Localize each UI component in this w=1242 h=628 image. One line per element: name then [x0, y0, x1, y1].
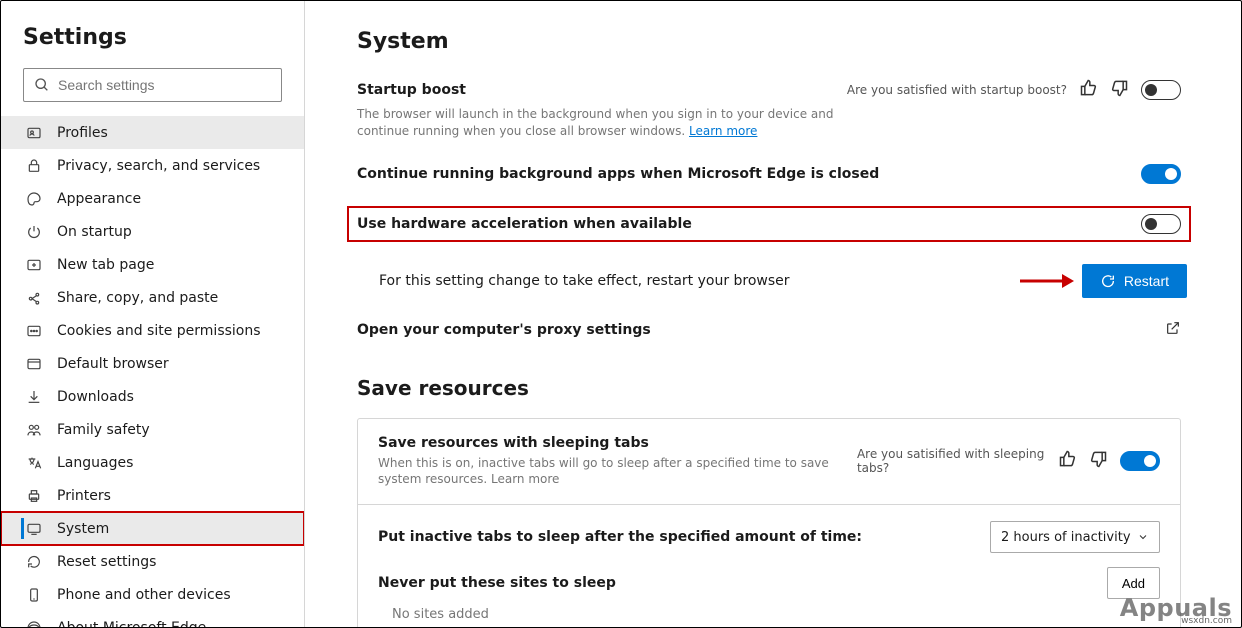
- chevron-down-icon: [1137, 531, 1149, 543]
- startup-boost-title: Startup boost: [357, 82, 466, 98]
- sidebar-item-reset[interactable]: Reset settings: [1, 545, 304, 578]
- sidebar-item-share[interactable]: Share, copy, and paste: [1, 281, 304, 314]
- startup-feedback-text: Are you satisfied with startup boost?: [847, 83, 1067, 97]
- edge-icon: [25, 620, 43, 628]
- language-icon: [25, 455, 43, 471]
- cookie-icon: [25, 323, 43, 339]
- share-icon: [25, 290, 43, 306]
- restart-message: For this setting change to take effect, …: [379, 273, 790, 289]
- bg-apps-toggle[interactable]: [1141, 164, 1181, 184]
- sleeping-tabs-desc: When this is on, inactive tabs will go t…: [378, 455, 845, 489]
- sidebar-item-label: Default browser: [57, 356, 169, 372]
- inactive-title: Put inactive tabs to sleep after the spe…: [378, 529, 862, 545]
- browser-icon: [25, 356, 43, 372]
- inactive-sleep-section: Put inactive tabs to sleep after the spe…: [358, 504, 1180, 627]
- settings-window: Settings Profiles Privacy, search, and s…: [0, 0, 1242, 628]
- sidebar-item-label: Languages: [57, 455, 133, 471]
- startup-learn-more-link[interactable]: Learn more: [689, 124, 757, 138]
- sidebar-item-defaultbrowser[interactable]: Default browser: [1, 347, 304, 380]
- bg-apps-title: Continue running background apps when Mi…: [357, 166, 879, 182]
- restart-row: For this setting change to take effect, …: [379, 264, 1181, 298]
- save-resources-card: Save resources with sleeping tabs When t…: [357, 418, 1181, 627]
- watermark-source: wsxdn.com: [1181, 616, 1232, 626]
- thumbs-down-icon[interactable]: [1088, 449, 1108, 473]
- family-icon: [25, 422, 43, 438]
- hw-accel-block: Use hardware acceleration when available: [349, 208, 1189, 240]
- never-sleep-title: Never put these sites to sleep: [378, 575, 616, 591]
- no-sites-text: No sites added: [378, 599, 1160, 622]
- sidebar-item-onstartup[interactable]: On startup: [1, 215, 304, 248]
- hw-accel-toggle[interactable]: [1141, 214, 1181, 234]
- sidebar-item-newtab[interactable]: New tab page: [1, 248, 304, 281]
- search-input[interactable]: [58, 77, 281, 93]
- sidebar-item-privacy[interactable]: Privacy, search, and services: [1, 149, 304, 182]
- hw-accel-title: Use hardware acceleration when available: [357, 216, 692, 232]
- sidebar-item-label: System: [57, 521, 109, 537]
- sidebar-item-label: Family safety: [57, 422, 150, 438]
- sidebar-item-label: Share, copy, and paste: [57, 290, 218, 306]
- thumbs-up-icon[interactable]: [1058, 449, 1078, 473]
- lock-icon: [25, 158, 43, 174]
- download-icon: [25, 389, 43, 405]
- sidebar-item-appearance[interactable]: Appearance: [1, 182, 304, 215]
- proxy-title: Open your computer's proxy settings: [357, 322, 651, 338]
- sidebar-item-system[interactable]: System: [1, 512, 304, 545]
- thumbs-up-icon[interactable]: [1079, 78, 1099, 102]
- startup-boost-block: Startup boost Are you satisfied with sta…: [357, 78, 1181, 140]
- startup-boost-toggle[interactable]: [1141, 80, 1181, 100]
- phone-icon: [25, 587, 43, 603]
- search-icon: [34, 77, 50, 93]
- sidebar-item-label: On startup: [57, 224, 132, 240]
- palette-icon: [25, 191, 43, 207]
- sleeping-tabs-section: Save resources with sleeping tabs When t…: [358, 419, 1180, 505]
- printer-icon: [25, 488, 43, 504]
- save-resources-heading: Save resources: [357, 376, 1181, 400]
- sidebar-item-downloads[interactable]: Downloads: [1, 380, 304, 413]
- settings-heading: Settings: [23, 25, 304, 50]
- sidebar-item-label: New tab page: [57, 257, 154, 273]
- sidebar-nav: Profiles Privacy, search, and services A…: [1, 116, 304, 627]
- bg-apps-block: Continue running background apps when Mi…: [357, 164, 1181, 184]
- sidebar-item-label: Reset settings: [57, 554, 156, 570]
- reset-icon: [25, 554, 43, 570]
- proxy-row[interactable]: Open your computer's proxy settings: [357, 320, 1181, 340]
- sidebar-item-label: Downloads: [57, 389, 134, 405]
- restart-button-label: Restart: [1124, 273, 1169, 289]
- sleep-learn-more-link[interactable]: Learn more: [491, 472, 559, 486]
- search-settings-box[interactable]: [23, 68, 282, 102]
- sleeping-tabs-title: Save resources with sleeping tabs: [378, 435, 845, 451]
- sidebar-item-family[interactable]: Family safety: [1, 413, 304, 446]
- page-title: System: [357, 29, 1181, 54]
- sidebar-item-about[interactable]: About Microsoft Edge: [1, 611, 304, 627]
- sidebar-item-label: Printers: [57, 488, 111, 504]
- thumbs-down-icon[interactable]: [1109, 78, 1129, 102]
- profile-icon: [25, 125, 43, 141]
- startup-boost-desc: The browser will launch in the backgroun…: [357, 106, 877, 140]
- restart-button[interactable]: Restart: [1082, 264, 1187, 298]
- select-value: 2 hours of inactivity: [1001, 530, 1131, 545]
- sidebar-item-label: Privacy, search, and services: [57, 158, 260, 174]
- annotation-arrow-icon: [1018, 271, 1074, 291]
- sidebar-item-cookies[interactable]: Cookies and site permissions: [1, 314, 304, 347]
- sidebar-item-profiles[interactable]: Profiles: [1, 116, 304, 149]
- settings-sidebar: Settings Profiles Privacy, search, and s…: [1, 1, 305, 627]
- newtab-icon: [25, 257, 43, 273]
- sidebar-item-phone[interactable]: Phone and other devices: [1, 578, 304, 611]
- sidebar-item-label: Cookies and site permissions: [57, 323, 261, 339]
- power-icon: [25, 224, 43, 240]
- sidebar-item-printers[interactable]: Printers: [1, 479, 304, 512]
- inactive-duration-select[interactable]: 2 hours of inactivity: [990, 521, 1160, 553]
- sidebar-item-label: About Microsoft Edge: [57, 620, 206, 628]
- sleep-feedback-text: Are you satisified with sleeping tabs?: [857, 447, 1046, 475]
- refresh-icon: [1100, 273, 1116, 289]
- system-icon: [25, 521, 43, 537]
- sidebar-item-languages[interactable]: Languages: [1, 446, 304, 479]
- external-link-icon[interactable]: [1165, 320, 1181, 340]
- sleeping-tabs-toggle[interactable]: [1120, 451, 1160, 471]
- settings-main: System Startup boost Are you satisfied w…: [305, 1, 1241, 627]
- sidebar-item-label: Profiles: [57, 125, 108, 141]
- sidebar-item-label: Appearance: [57, 191, 141, 207]
- sidebar-item-label: Phone and other devices: [57, 587, 231, 603]
